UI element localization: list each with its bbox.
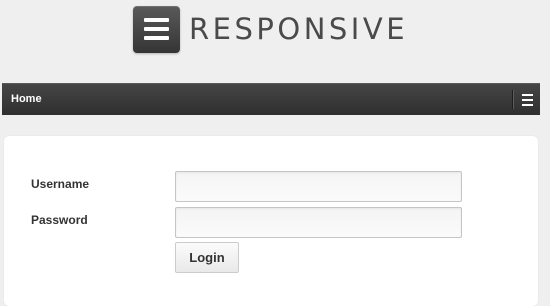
login-panel: Username Password Login bbox=[4, 136, 538, 306]
nav-item-home[interactable]: Home bbox=[11, 84, 42, 115]
site-header: RESPONSIVE bbox=[0, 0, 550, 82]
logo-text: RESPONSIVE bbox=[189, 12, 409, 46]
username-input[interactable] bbox=[175, 171, 462, 202]
password-label: Password bbox=[31, 213, 88, 227]
username-label: Username bbox=[31, 177, 90, 191]
password-input[interactable] bbox=[175, 207, 462, 238]
main-navigation: Home bbox=[2, 83, 540, 115]
hamburger-icon[interactable] bbox=[518, 84, 536, 115]
nav-divider bbox=[512, 90, 513, 109]
menu-lines-icon bbox=[133, 5, 180, 53]
login-button[interactable]: Login bbox=[175, 242, 239, 273]
site-logo[interactable]: RESPONSIVE bbox=[133, 5, 408, 53]
